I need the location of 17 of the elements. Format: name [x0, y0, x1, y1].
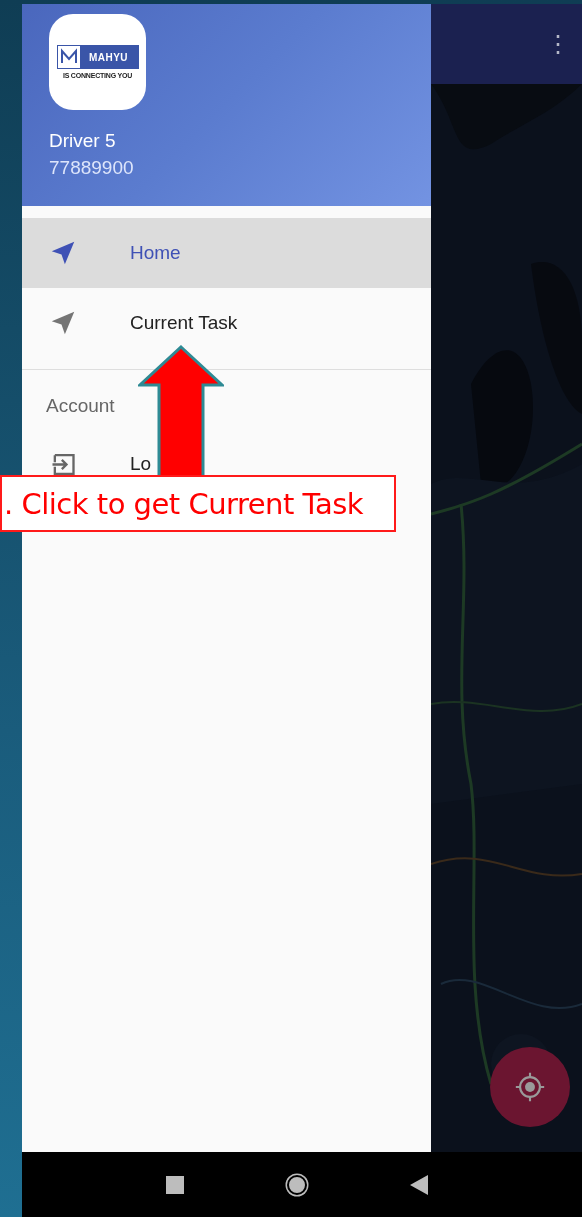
user-name: Driver 5 — [49, 130, 117, 152]
locate-icon — [513, 1070, 547, 1104]
recent-apps-button[interactable] — [166, 1175, 184, 1194]
back-button[interactable] — [410, 1174, 428, 1195]
logout-icon — [51, 453, 75, 475]
more-menu-button[interactable]: ⋮ — [546, 32, 570, 56]
brand-name: MAHYU — [79, 46, 138, 68]
back-icon — [410, 1174, 428, 1195]
square-icon — [166, 1175, 184, 1194]
callout-label: . Click to get Current Task — [0, 475, 396, 532]
home-button[interactable] — [284, 1171, 310, 1198]
circle-icon — [284, 1171, 310, 1198]
section-label: Account — [46, 394, 115, 418]
user-phone: 77889900 — [49, 157, 135, 179]
menu-item[interactable]: Current Task — [22, 288, 431, 358]
menu-item[interactable]: Home — [22, 218, 431, 288]
menu-item[interactable]: Lo — [130, 453, 152, 475]
